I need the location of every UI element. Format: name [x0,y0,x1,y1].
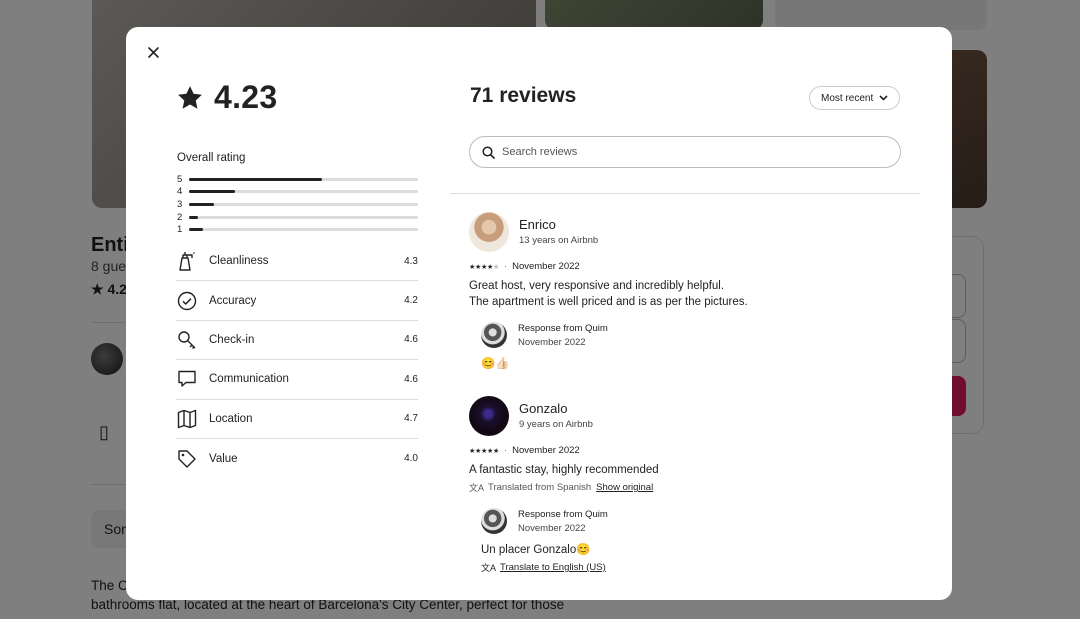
distribution-row: 1 [177,223,418,236]
category-score: 4.7 [404,413,418,425]
category-communication: Communication 4.6 [176,360,418,400]
category-score: 4.0 [404,453,418,465]
category-check-in: Check-in 4.6 [176,321,418,361]
overall-rating-value: 4.23 [214,79,278,115]
key-icon [176,329,198,351]
reviewer-tenure: 9 years on Airbnb [519,419,593,430]
distribution-row: 5 [177,173,418,186]
map-icon [176,408,198,430]
category-value: Value 4.0 [176,439,418,478]
review-text: Great host, very responsive and incredib… [469,280,748,308]
search-reviews-field[interactable] [469,136,901,168]
response-text: 😊👍🏻 [481,358,510,370]
category-label: Location [209,412,253,425]
star-icon: ★ [492,263,499,271]
distribution-row: 4 [177,186,418,199]
distribution-bar [189,190,418,194]
distribution-star-label: 1 [177,224,183,236]
overall-rating-header: 4.23 [176,79,277,116]
category-ratings: Cleanliness 4.3 Accuracy 4.2 Check-in 4.… [176,242,418,478]
divider [450,193,920,194]
star-icon [178,85,202,109]
reviewer-avatar[interactable] [469,396,509,436]
overall-rating-label: Overall rating [177,152,246,164]
distribution-bar [189,202,418,206]
reviews-modal: 4.23 Overall rating 5 4 3 2 1 Cleanlines… [126,27,952,600]
category-label: Cleanliness [209,255,269,268]
review-stars: ★★★★★ [469,263,499,271]
check-circle-icon [176,290,198,312]
review-text: A fantastic stay, highly recommended [469,464,659,476]
translate-icon: 文A [481,563,497,573]
sort-dropdown[interactable]: Most recent [809,86,901,110]
close-icon [147,46,159,58]
chat-bubble-icon [176,368,198,390]
tag-icon [176,448,198,470]
distribution-star-label: 2 [177,211,183,223]
response-title: Response from Quim [518,509,608,520]
star-icon: ★ [492,447,499,455]
distribution-star-label: 5 [177,173,183,185]
category-label: Accuracy [209,294,257,307]
reviewer-name: Gonzalo [519,401,568,416]
category-label: Value [209,452,238,465]
host-avatar [481,322,507,348]
translate-icon: 文A [469,483,485,493]
review-stars: ★★★★★ [469,447,499,455]
category-location: Location 4.7 [176,400,418,439]
translate-response: 文A Translate to English (US) [481,561,606,574]
translated-from-label: Translated from Spanish [488,482,592,493]
review-rating-line: ★★★★★ · November 2022 [469,445,580,456]
distribution-bar [189,177,418,181]
search-icon [482,145,495,159]
review-date: November 2022 [512,261,580,272]
category-cleanliness: Cleanliness 4.3 [176,242,418,282]
category-score: 4.6 [404,334,418,346]
category-score: 4.6 [404,373,418,385]
distribution-row: 2 [177,211,418,224]
category-score: 4.3 [404,255,418,267]
response-date: November 2022 [518,523,586,534]
distribution-row: 3 [177,198,418,211]
category-label: Check-in [209,333,255,346]
spray-bottle-icon [176,250,198,272]
reviewer-avatar[interactable] [469,212,509,252]
distribution-bar [189,228,418,232]
distribution-star-label: 3 [177,198,183,210]
close-button[interactable] [142,41,164,63]
search-input[interactable] [502,146,882,158]
chevron-down-icon [879,95,888,101]
sort-label: Most recent [821,92,874,104]
distribution-bar [189,215,418,219]
response-text: Un placer Gonzalo😊 [481,544,591,556]
response-title: Response from Quim [518,323,608,334]
category-label: Communication [209,373,289,386]
reviewer-tenure: 13 years on Airbnb [519,235,599,246]
review-rating-line: ★★★★★ · November 2022 [469,261,580,272]
distribution-star-label: 4 [177,186,183,198]
reviews-count-title: 71 reviews [470,84,577,107]
category-accuracy: Accuracy 4.2 [176,281,418,321]
show-original-link[interactable]: Show original [596,482,653,493]
category-score: 4.2 [404,295,418,307]
translation-note: 文A Translated from Spanish Show original [469,481,653,494]
response-date: November 2022 [518,337,586,348]
review-date: November 2022 [512,445,580,456]
reviewer-name: Enrico [519,217,556,232]
rating-distribution: 5 4 3 2 1 [177,173,418,236]
host-avatar [481,508,507,534]
translate-link[interactable]: Translate to English (US) [500,562,606,573]
